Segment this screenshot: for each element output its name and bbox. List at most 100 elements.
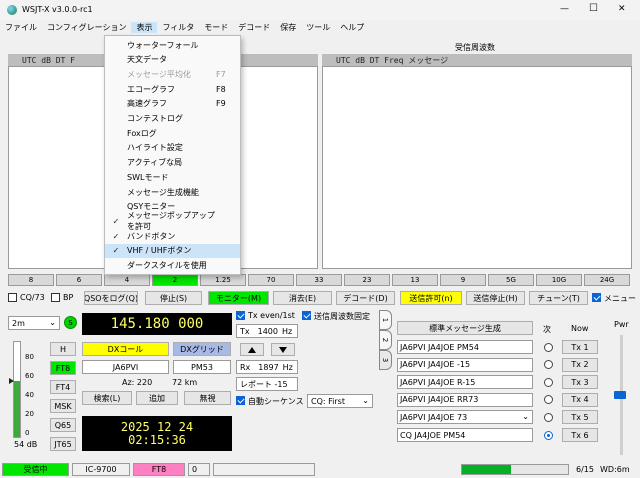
bp-checkbox[interactable] [51,293,60,302]
rx-frequency-unit: Hz [282,362,293,372]
cq73-checkbox[interactable] [8,293,17,302]
report-spinbox[interactable]: レポート -15 [236,377,298,391]
menu-decode[interactable]: デコード [233,22,275,33]
dx-call-input[interactable]: JA6PVI [82,360,169,374]
view-menu-item[interactable]: 天文データ [105,53,240,67]
dx-grid-input[interactable]: PM53 [173,360,231,374]
view-menu-item[interactable]: エコーグラフ F8 [105,82,240,96]
view-menu-item[interactable]: ダークスタイルを使用 [105,259,240,273]
view-menu-item[interactable]: ハイライト設定 [105,141,240,155]
menu-view[interactable]: 表示 [131,22,158,33]
menu-mode[interactable]: モード [199,22,233,33]
view-menu-item[interactable]: ウォーターフォール [105,38,240,52]
generate-std-msgs-button[interactable]: 標準メッセージ生成 [397,321,533,335]
next-tx-radio[interactable] [544,395,553,405]
log-qso-button[interactable]: QSOをログ(Q) [84,291,138,305]
view-menu-item[interactable]: コンテストログ [105,112,240,126]
rx-frequency-spinbox[interactable]: Rx 1897 Hz [236,360,298,374]
decode-button[interactable]: デコード(D) [336,291,395,305]
stop-button[interactable]: 停止(S) [145,291,202,305]
menu-tools[interactable]: ツール [301,22,335,33]
band-button[interactable]: 5G [488,274,534,286]
view-menu-item[interactable]: ✓ メッセージポップアップを許可 [105,211,240,231]
tx-message-field[interactable]: JA6PVI JA4JOE RR73 [397,392,533,407]
auto-seq-checkbox[interactable] [236,396,245,405]
monitor-button[interactable]: モニター(M) [208,291,269,305]
tx-message-field[interactable]: CQ JA4JOE PM54 [397,428,533,442]
band-button[interactable]: 8 [8,274,54,286]
band-button[interactable]: 4 [104,274,150,286]
tx-now-button[interactable]: Tx 5 [562,410,598,425]
next-tx-radio[interactable] [544,342,553,352]
tx-frequency-spinbox[interactable]: Tx 1400 Hz [236,324,298,338]
enable-tx-button[interactable]: 送信許可(n) [400,291,462,305]
tx-message-field[interactable]: JA6PVI JA4JOE PM54 [397,340,533,354]
hold-tx-checkbox[interactable] [302,311,311,320]
menu-configurations[interactable]: コンフィグレーション [42,22,131,33]
menu-file[interactable]: ファイル [0,22,42,33]
tx-now-button[interactable]: Tx 4 [562,392,598,407]
close-button[interactable]: ✕ [618,4,626,14]
tx-to-rx-up-button[interactable] [240,343,264,356]
mode-h-button[interactable]: H [50,342,76,356]
tx-even-checkbox[interactable] [236,311,245,320]
tab-3[interactable]: 3 [379,350,392,370]
band-button[interactable]: 33 [296,274,342,286]
band-select[interactable]: 2m ⌄ [8,316,60,330]
view-menu-item[interactable]: ✓ VHF / UHFボタン [105,243,240,258]
erase-button[interactable]: 消去(E) [273,291,332,305]
tab-2[interactable]: 2 [379,330,392,350]
tab-1[interactable]: 1 [379,310,392,330]
mode-jt65-button[interactable]: JT65 [50,437,76,451]
mode-q65-button[interactable]: Q65 [50,418,76,432]
view-menu-item[interactable]: アクティブな局 [105,156,240,170]
band-button[interactable]: 9 [440,274,486,286]
rx-to-tx-down-button[interactable] [271,343,295,356]
halt-tx-button[interactable]: 送信停止(H) [466,291,525,305]
band-button[interactable]: 13 [392,274,438,286]
add-button[interactable]: 追加 [136,391,178,405]
dx-grid-button[interactable]: DXグリッド [173,342,231,356]
menu-filter[interactable]: フィルタ [157,22,199,33]
menus-checkbox[interactable] [592,293,601,302]
tx-message-field[interactable]: JA6PVI JA4JOE -15 [397,357,533,372]
view-menu-item[interactable]: メッセージ生成機能 [105,185,240,199]
lookup-button[interactable]: 検索(L) [82,391,132,405]
band-button[interactable]: 10G [536,274,582,286]
next-tx-radio[interactable] [544,360,553,370]
next-tx-radio[interactable] [544,430,553,440]
band-button[interactable]: 1.25 [200,274,246,286]
band-button[interactable]: 2 [152,274,198,286]
cq-first-select[interactable]: CQ: First ⌄ [307,394,373,408]
band-value: 2m [12,318,25,328]
tx-message-field[interactable]: JA6PVI JA4JOE R-15 [397,375,533,390]
next-tx-radio[interactable] [544,377,553,387]
tx-message-field[interactable]: JA6PVI JA4JOE 73 ⌄ [397,410,533,425]
menu-save[interactable]: 保存 [275,22,301,33]
mode-ft8-button[interactable]: FT8 [50,361,76,375]
view-menu-item[interactable]: ✓ バンドボタン [105,229,240,243]
next-tx-radio[interactable] [544,412,553,422]
power-slider-handle[interactable] [614,391,626,399]
tx-now-button[interactable]: Tx 2 [562,357,598,372]
dx-call-button[interactable]: DXコール [82,342,169,356]
mode-msk-button[interactable]: MSK [50,399,76,413]
menu-help[interactable]: ヘルプ [335,22,369,33]
tx-now-button[interactable]: Tx 3 [562,375,598,390]
band-button[interactable]: 23 [344,274,390,286]
view-menu-item[interactable]: SWLモード [105,170,240,184]
view-menu-item[interactable]: 高速グラフ F9 [105,97,240,111]
s-meter-button[interactable]: S [64,316,77,329]
ignore-button[interactable]: 無視 [184,391,231,405]
tx-now-button[interactable]: Tx 1 [562,340,598,354]
view-menu-item[interactable]: Foxログ [105,126,240,140]
maximize-button[interactable]: ☐ [589,3,598,14]
band-button[interactable]: 6 [56,274,102,286]
band-button[interactable]: 24G [584,274,630,286]
tune-button[interactable]: チューン(T) [529,291,588,305]
minimize-button[interactable]: — [560,4,569,14]
band-button[interactable]: 70 [248,274,294,286]
tx-now-button[interactable]: Tx 6 [562,428,598,442]
rx-frequency-list[interactable] [322,66,632,269]
mode-ft4-button[interactable]: FT4 [50,380,76,394]
